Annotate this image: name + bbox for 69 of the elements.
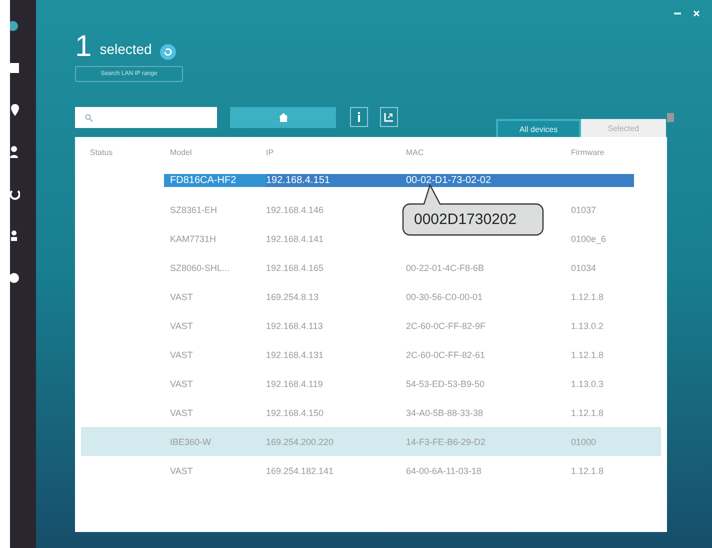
table-cell: 00-30-56-C0-00-01	[406, 292, 483, 302]
table-cell: 01000	[571, 436, 596, 446]
table-cell-text: 192.168.4.131	[266, 350, 325, 360]
table-cell-text: VAST	[169, 466, 194, 476]
table-cell-text: 192.168.4.151	[266, 175, 331, 186]
selected-count: 1	[75, 32, 92, 62]
table-cell-text: 192.168.4.119	[266, 378, 324, 388]
table-cell-text: VAST	[169, 378, 194, 388]
table-cell-text: KAM7731H	[169, 234, 218, 244]
table-cell: 00-02-D1-73-02-02	[406, 175, 492, 186]
info-button[interactable]	[350, 107, 368, 127]
table-cell-text: 192.168.4.141	[266, 234, 325, 244]
table-cell: 1.12.1.8	[571, 350, 604, 360]
table-cell-text: IBE360-W	[169, 436, 212, 446]
search-icon	[85, 114, 93, 122]
info-icon	[357, 112, 361, 122]
tab[interactable]: Selected	[581, 119, 666, 137]
export-icon	[384, 112, 394, 122]
table-cell: 1.12.1.8	[571, 292, 604, 302]
document-icon[interactable]	[10, 62, 20, 74]
table-cell-text: VAST	[169, 408, 194, 418]
table-cell: 01034	[571, 262, 596, 272]
person-icon[interactable]	[10, 146, 20, 158]
scroll-handle[interactable]	[667, 113, 674, 122]
table-cell: 34-A0-5B-88-33-38	[406, 408, 484, 418]
column-header: MAC	[406, 148, 425, 156]
refresh-icon[interactable]	[10, 188, 20, 200]
table-cell: 1.12.1.8	[571, 408, 604, 418]
minimize-icon[interactable]	[674, 12, 681, 15]
home-button[interactable]	[230, 107, 336, 128]
table-cell-text: 192.168.4.150	[266, 408, 325, 418]
person-icon[interactable]	[10, 230, 20, 242]
highlighted-row[interactable]: IBE360-W 169.254.200.220 14-F3-FE-B6-29-D2 01000	[81, 427, 661, 456]
table-cell: 01037	[571, 204, 596, 214]
column-header: Model	[169, 148, 193, 156]
location-pin-icon[interactable]	[10, 104, 20, 116]
export-button[interactable]	[380, 107, 398, 127]
table-cell: 14-F3-FE-B6-29-D2	[406, 436, 486, 446]
table-cell: 00-22-01-4C-F8-6B	[406, 262, 484, 272]
table-cell: 0100e_6	[571, 234, 606, 244]
table-cell: 1.12.1.8	[571, 466, 604, 476]
column-header: Firmware	[571, 148, 606, 156]
column-header: IP	[266, 148, 275, 156]
callout-text: 0002D1730202	[414, 210, 517, 229]
table-cell-text: VAST	[169, 320, 194, 330]
selected-label: selected	[100, 41, 152, 57]
table-cell: 2C-60-0C-FF-82-61	[406, 350, 486, 360]
table-cell-text: 192.168.4.146	[266, 204, 325, 214]
table-cell: 64-00-6A-11-03-18	[406, 466, 482, 476]
table-cell-text: 192.168.4.113	[266, 320, 324, 330]
close-icon[interactable]	[693, 10, 700, 17]
table-cell-text: 192.168.4.165	[266, 262, 325, 272]
table-cell: 1.13.0.2	[571, 320, 604, 330]
home-icon	[278, 113, 288, 122]
table-cell-text: 169.254.182.141	[266, 466, 335, 476]
search-field[interactable]	[75, 107, 217, 128]
table-cell-text: SZ8361-EH	[169, 204, 218, 214]
tab[interactable]: All devices	[496, 119, 581, 137]
table-cell: FD816CA-HF2	[164, 174, 266, 187]
table-cell: 1.13.0.3	[571, 378, 604, 388]
column-header: Status	[89, 148, 114, 156]
table-cell-text: 169.254.8.13	[266, 292, 320, 302]
table-cell-text: SZ8060-SHL...	[169, 262, 231, 272]
table-cell: 2C-60-0C-FF-82-9F	[406, 320, 486, 330]
table-cell-text: VAST	[169, 292, 194, 302]
table-cell: 54-53-ED-53-B9-50	[406, 378, 485, 388]
selected-row[interactable]: FD816CA-HF2 192.168.4.151 00-02-D1-73-02-02	[164, 174, 634, 187]
table-cell-text: VAST	[169, 350, 194, 360]
table-cell-text: 169.254.200.220	[266, 436, 335, 446]
